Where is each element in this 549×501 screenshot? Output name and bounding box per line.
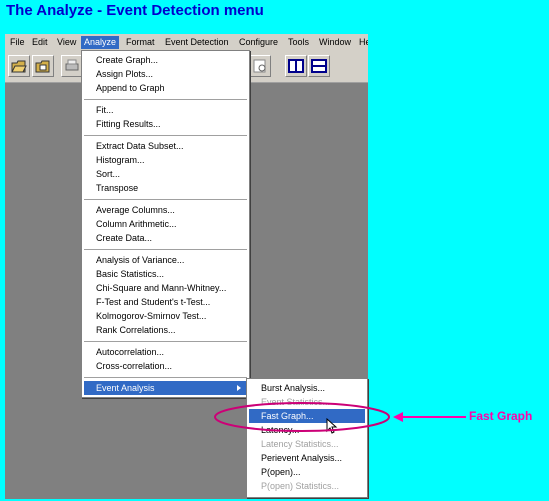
event-analysis-submenu: Burst Analysis... Event Statistics... Fa… [246, 378, 368, 498]
menu-item-transpose[interactable]: Transpose [84, 181, 247, 195]
menu-item-fitting-results[interactable]: Fitting Results... [84, 117, 247, 131]
submenu-arrow-icon [237, 385, 241, 391]
analyze-menu: Create Graph... Assign Plots... Append t… [81, 50, 250, 398]
menu-item-append-to-graph[interactable]: Append to Graph [84, 81, 247, 95]
menu-item-fit[interactable]: Fit... [84, 103, 247, 117]
menu-window[interactable]: Window [316, 36, 354, 49]
menu-analyze[interactable]: Analyze [81, 36, 120, 49]
submenu-item-burst-analysis[interactable]: Burst Analysis... [249, 381, 365, 395]
menubar: File Edit View Analyze Format Event Dete… [5, 34, 368, 51]
menu-item-create-graph[interactable]: Create Graph... [84, 53, 247, 67]
menu-edit[interactable]: Edit [29, 36, 51, 49]
save-folder-icon[interactable] [32, 55, 54, 77]
menu-item-sort[interactable]: Sort... [84, 167, 247, 181]
menu-item-average-columns[interactable]: Average Columns... [84, 203, 247, 217]
menu-separator [84, 377, 247, 378]
annotation-arrow-icon [393, 412, 466, 422]
layout-icon[interactable] [249, 55, 271, 77]
page-title: The Analyze - Event Detection menu [6, 2, 264, 19]
menu-view[interactable]: View [54, 36, 79, 49]
menu-item-assign-plots[interactable]: Assign Plots... [84, 67, 247, 81]
menu-file[interactable]: File [7, 36, 28, 49]
menu-separator [84, 135, 247, 136]
highlight-ellipse [214, 402, 390, 432]
menu-configure[interactable]: Configure [236, 36, 281, 49]
menu-format[interactable]: Format [123, 36, 158, 49]
menu-item-histogram[interactable]: Histogram... [84, 153, 247, 167]
menu-item-f-test[interactable]: F-Test and Student's t-Test... [84, 295, 247, 309]
split-vertical-icon[interactable] [285, 55, 307, 77]
open-folder-icon[interactable] [8, 55, 30, 77]
menu-event-detection[interactable]: Event Detection [162, 36, 232, 49]
menu-item-event-analysis-label: Event Analysis [96, 383, 155, 393]
menu-item-autocorrelation[interactable]: Autocorrelation... [84, 345, 247, 359]
menu-item-column-arithmetic[interactable]: Column Arithmetic... [84, 217, 247, 231]
submenu-item-popen-statistics: P(open) Statistics... [261, 481, 340, 491]
submenu-item-perievent-analysis[interactable]: Perievent Analysis... [249, 451, 365, 465]
submenu-item-popen[interactable]: P(open)... [249, 465, 365, 479]
menu-separator [84, 341, 247, 342]
menu-item-analysis-of-variance[interactable]: Analysis of Variance... [84, 253, 247, 267]
menu-separator [84, 199, 247, 200]
menu-item-basic-statistics[interactable]: Basic Statistics... [84, 267, 247, 281]
menu-item-kolmogorov-smirnov[interactable]: Kolmogorov-Smirnov Test... [84, 309, 247, 323]
menu-tools[interactable]: Tools [285, 36, 312, 49]
menu-item-create-data[interactable]: Create Data... [84, 231, 247, 245]
menu-item-event-analysis[interactable]: Event Analysis [84, 381, 247, 395]
split-horizontal-icon[interactable] [308, 55, 330, 77]
submenu-item-latency-statistics: Latency Statistics... [261, 439, 339, 449]
menu-item-chi-square[interactable]: Chi-Square and Mann-Whitney... [84, 281, 247, 295]
print-icon[interactable] [61, 55, 83, 77]
menu-item-rank-correlations[interactable]: Rank Correlations... [84, 323, 247, 337]
menu-help[interactable]: He [356, 36, 368, 49]
menu-separator [84, 249, 247, 250]
annotation-label: Fast Graph [469, 409, 533, 423]
menu-separator [84, 99, 247, 100]
menu-item-cross-correlation[interactable]: Cross-correlation... [84, 359, 247, 373]
menu-item-extract-data-subset[interactable]: Extract Data Subset... [84, 139, 247, 153]
